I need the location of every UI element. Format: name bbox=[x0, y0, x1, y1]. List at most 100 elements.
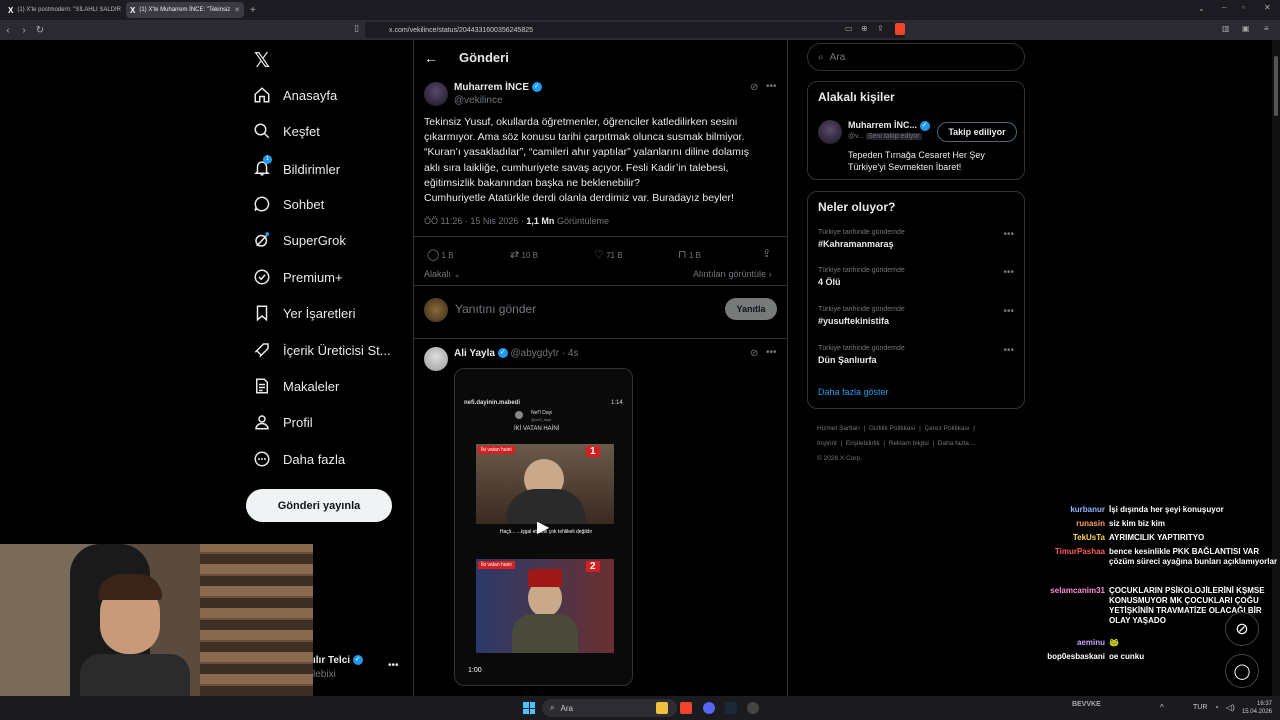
brave-icon[interactable] bbox=[680, 702, 692, 714]
reader-icon[interactable]: ▭ bbox=[845, 24, 853, 33]
author-avatar[interactable] bbox=[424, 82, 448, 106]
scrollbar-thumb[interactable] bbox=[1274, 56, 1278, 116]
chat-username[interactable]: selamcanim31 bbox=[1040, 586, 1105, 596]
search-input[interactable]: ⌕ Ara bbox=[807, 43, 1025, 71]
url-field[interactable]: x.com/vekilince/status/20443316003562458… bbox=[365, 22, 905, 38]
more-icon[interactable]: ••• bbox=[766, 347, 777, 358]
sidebar-item-profile[interactable]: Profil bbox=[253, 413, 313, 431]
user-avatar[interactable] bbox=[424, 298, 448, 322]
following-button[interactable]: Takip ediliyor bbox=[937, 122, 1017, 142]
more-icon[interactable]: ••• bbox=[1003, 306, 1014, 317]
reply-author-avatar[interactable] bbox=[424, 347, 448, 371]
video-player[interactable]: nefi.dayinin.mabedi 1:14 Nef'i Dayı @nef… bbox=[454, 368, 633, 686]
chat-username[interactable]: bop0esbaskani bbox=[1040, 652, 1105, 662]
close-icon[interactable]: ✕ bbox=[234, 6, 240, 14]
wifi-icon[interactable]: ◔ bbox=[1214, 703, 1219, 712]
x-logo-icon: X bbox=[8, 5, 14, 15]
verified-badge-icon: ✓ bbox=[352, 655, 363, 666]
new-tab-icon[interactable]: + bbox=[250, 5, 256, 16]
like-action[interactable]: ♡ 71 B bbox=[594, 248, 623, 261]
brave-shield-icon[interactable] bbox=[895, 23, 905, 35]
browser-tab-bar: X(1) X'te postmodern: "SİLAHLI SALDIR✕ X… bbox=[0, 0, 1280, 20]
more-icon[interactable]: ••• bbox=[1003, 267, 1014, 278]
folder-icon[interactable] bbox=[656, 702, 668, 714]
play-icon[interactable]: ▶ bbox=[537, 517, 549, 537]
more-icon[interactable]: ••• bbox=[766, 81, 777, 92]
sidebar-item-premium[interactable]: Premium+ bbox=[253, 268, 343, 286]
windows-start-icon[interactable] bbox=[523, 702, 535, 714]
grok-icon[interactable]: ⊘ bbox=[750, 348, 758, 359]
chat-username[interactable]: kurbanur bbox=[1040, 505, 1105, 515]
menu-icon[interactable]: ≡ bbox=[1264, 24, 1269, 33]
sidebar-item-notifications[interactable]: 1 Bildirimler bbox=[253, 155, 340, 180]
discord-icon[interactable] bbox=[703, 702, 715, 714]
reply-author[interactable]: Ali Yayla ✓ @abygdytr · 4s bbox=[454, 348, 579, 359]
share-icon[interactable]: ⇪ bbox=[877, 24, 884, 33]
sidebar-item-chat[interactable]: Sohbet bbox=[253, 195, 324, 213]
show-more-link[interactable]: Daha fazla göster bbox=[818, 387, 889, 397]
grok-icon[interactable]: ⊘ bbox=[1225, 612, 1259, 646]
sidebar-item-home[interactable]: Anasayfa bbox=[253, 86, 337, 104]
repost-action[interactable]: ⇄ 10 B bbox=[510, 248, 538, 261]
chat-text: AYRIMCILIK YAPTIRITYO bbox=[1109, 533, 1205, 542]
browser-tab-active[interactable]: X (1) X'te Muharrem İNCE: "Tekinsiz ✕ bbox=[126, 2, 244, 18]
chat-message: kurbanur İşi dışında her şeyi konuşuyor bbox=[1040, 505, 1280, 515]
reply-action[interactable]: ◯ 1 B bbox=[427, 248, 454, 261]
back-arrow-icon[interactable]: ← bbox=[424, 50, 438, 66]
close-icon[interactable]: ✕ bbox=[121, 6, 122, 14]
sidebar-item-supergrok[interactable]: SuperGrok bbox=[253, 231, 346, 249]
post-handle[interactable]: @vekilince bbox=[454, 95, 503, 106]
chevron-down-icon[interactable]: ⌄ bbox=[1198, 4, 1205, 13]
wallet-icon[interactable]: ▣ bbox=[1242, 24, 1250, 33]
trend-item[interactable]: Türkiye tarihinde gündemde #Kahramanmaraş bbox=[818, 229, 905, 249]
chat-username[interactable]: TimurPashaa bbox=[1040, 547, 1105, 557]
messages-icon[interactable]: ◯ bbox=[1225, 654, 1259, 688]
trend-item[interactable]: Türkiye tarihinde gündemde #yusuftekinist… bbox=[818, 306, 905, 326]
clock[interactable]: 16:37 15.04.2026 bbox=[1240, 700, 1272, 716]
person-avatar[interactable] bbox=[818, 120, 842, 144]
post-button[interactable]: Gönderi yayınla bbox=[246, 489, 392, 522]
reload-icon[interactable]: ↻ bbox=[32, 25, 48, 36]
steam-icon[interactable] bbox=[725, 702, 737, 714]
more-icon[interactable]: ••• bbox=[388, 660, 399, 671]
chevron-up-icon[interactable]: ^ bbox=[1160, 703, 1164, 712]
minimize-icon[interactable]: – bbox=[1222, 3, 1226, 12]
trend-item[interactable]: Türkiye tarihinde gündemde Dün Şanlıurfa bbox=[818, 345, 905, 365]
account-switcher[interactable]: ılır Telci ✓ lebixi bbox=[313, 655, 363, 680]
more-icon[interactable]: ••• bbox=[1003, 345, 1014, 356]
related-toggle[interactable]: Alakalı ⌄ bbox=[424, 269, 461, 280]
chat-username[interactable]: runasin bbox=[1040, 519, 1105, 529]
chat-username[interactable]: TekUsTa bbox=[1040, 533, 1105, 543]
trend-item[interactable]: Türkiye tarihinde gündemde 4 Ölü bbox=[818, 267, 905, 287]
person-name[interactable]: Muharrem İNC... ✓ bbox=[848, 120, 930, 131]
zoom-icon[interactable]: ⊕ bbox=[861, 24, 868, 33]
reply-input[interactable]: Yanıtını gönder bbox=[455, 302, 536, 316]
bookmark-page-icon[interactable]: ▯ bbox=[354, 23, 359, 34]
obs-icon[interactable] bbox=[747, 702, 759, 714]
sidebar-item-explore[interactable]: Keşfet bbox=[253, 122, 320, 140]
back-icon[interactable]: ‹ bbox=[0, 25, 16, 36]
window-close-icon[interactable]: ✕ bbox=[1264, 3, 1271, 12]
sidebar-item-creator-studio[interactable]: İçerik Üreticisi St... bbox=[253, 341, 391, 359]
sidebar-icon[interactable]: ▥ bbox=[1222, 24, 1230, 33]
sidebar-item-bookmarks[interactable]: Yer İşaretleri bbox=[253, 304, 356, 322]
chat-username[interactable]: aeminu bbox=[1040, 638, 1105, 648]
grok-icon[interactable]: ⊘ bbox=[750, 82, 758, 93]
forward-icon[interactable]: › bbox=[16, 25, 32, 36]
post-text: Tekinsiz Yusuf, okullarda öğretmenler, ö… bbox=[424, 116, 750, 205]
view-quotes-link[interactable]: Alıntıları görüntüle › bbox=[693, 269, 772, 279]
maximize-icon[interactable]: ▫ bbox=[1242, 3, 1245, 12]
person-icon bbox=[255, 415, 269, 430]
x-logo-icon[interactable]: 𝕏 bbox=[254, 48, 270, 73]
bookmark-action[interactable]: ⊓ 1 B bbox=[678, 248, 701, 261]
volume-icon[interactable]: ◁) bbox=[1226, 703, 1235, 712]
more-icon[interactable]: ••• bbox=[1003, 229, 1014, 240]
reply-button[interactable]: Yanıtla bbox=[725, 298, 777, 320]
divider bbox=[414, 338, 787, 339]
sidebar-item-articles[interactable]: Makaleler bbox=[253, 377, 339, 395]
language-indicator[interactable]: TUR bbox=[1193, 704, 1207, 711]
sidebar-item-more[interactable]: Daha fazla bbox=[253, 450, 345, 468]
browser-tab[interactable]: X(1) X'te postmodern: "SİLAHLI SALDIR✕ bbox=[4, 2, 122, 18]
post-author[interactable]: Muharrem İNCE ✓ bbox=[454, 82, 542, 93]
share-icon[interactable]: ⇪ bbox=[762, 247, 771, 260]
